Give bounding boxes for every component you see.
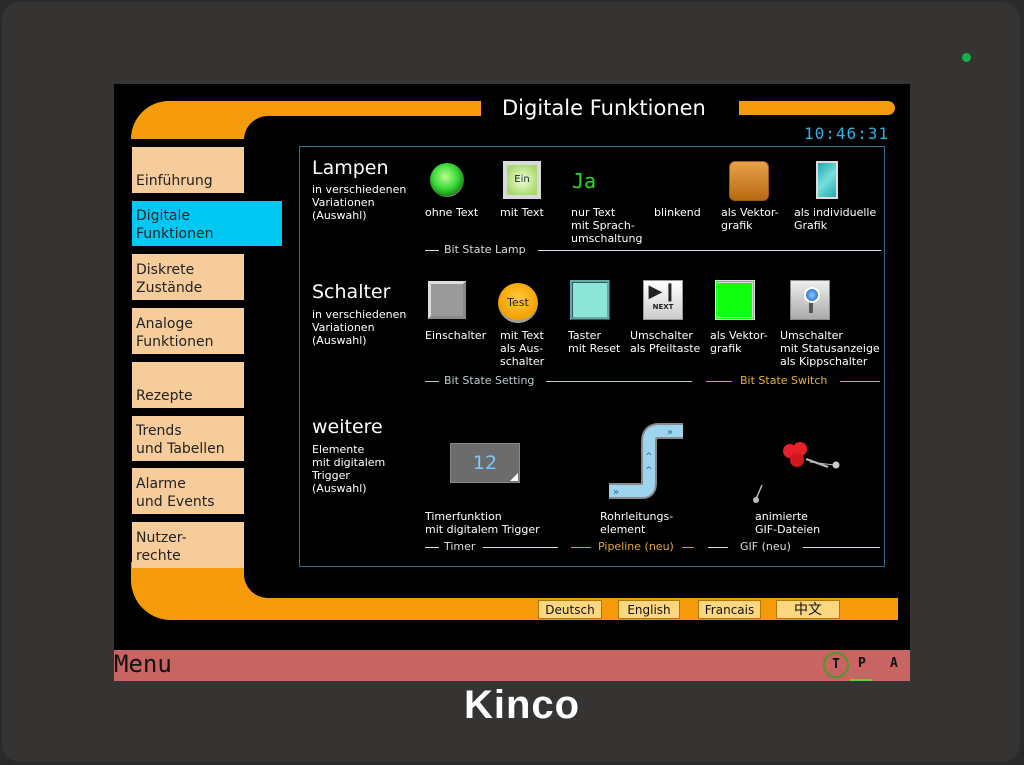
brand-logo: Kinco bbox=[0, 683, 1024, 728]
caption: blinkend bbox=[654, 206, 701, 219]
timer-display[interactable]: 12 bbox=[450, 443, 520, 483]
content-panel: Lampen in verschiedenen Variationen (Aus… bbox=[299, 146, 885, 567]
section-subtitle-weitere: Elemente mit digitalem Trigger (Auswahl) bbox=[312, 443, 386, 495]
ein-lamp-icon[interactable]: Ein bbox=[503, 161, 541, 199]
divider bbox=[708, 547, 728, 548]
animated-gif-icon[interactable] bbox=[750, 437, 846, 507]
caption: als Vektor- grafik bbox=[710, 329, 768, 355]
corner-marker-icon bbox=[510, 473, 518, 481]
green-vector-switch-icon[interactable] bbox=[715, 280, 755, 320]
test-button-icon[interactable]: Test bbox=[498, 283, 538, 323]
divider bbox=[706, 381, 732, 382]
section-title-lampen: Lampen bbox=[312, 157, 389, 179]
sidebar-item-nutzerrechte[interactable]: Nutzer- rechte bbox=[132, 522, 244, 568]
divider bbox=[483, 547, 558, 548]
indicator-p[interactable]: P bbox=[858, 656, 866, 671]
section-title-weitere: weitere bbox=[312, 416, 383, 438]
section-subtitle-lampen: in verschiedenen Variationen (Auswahl) bbox=[312, 183, 407, 222]
sidebar-item-rezepte[interactable]: Rezepte bbox=[132, 362, 244, 408]
group-label-bit-state-switch: Bit State Switch bbox=[740, 374, 828, 387]
language-button-english[interactable]: English bbox=[618, 600, 680, 619]
group-label-pipeline: Pipeline (neu) bbox=[598, 540, 674, 553]
lamp-text: Ein bbox=[507, 165, 537, 195]
cyan-button-icon[interactable] bbox=[570, 280, 610, 320]
caption: Taster mit Reset bbox=[568, 329, 621, 355]
divider bbox=[546, 381, 692, 382]
svg-text:^: ^ bbox=[645, 452, 653, 462]
next-arrow-icon[interactable]: ▶❙ NEXT bbox=[643, 280, 683, 320]
power-led-icon bbox=[962, 53, 971, 62]
divider bbox=[425, 381, 439, 382]
clock: 10:46:31 bbox=[804, 124, 890, 143]
page-title: Digitale Funktionen bbox=[502, 96, 706, 120]
green-lamp-icon[interactable] bbox=[430, 163, 464, 197]
caption: Rohrleitungs- element bbox=[600, 510, 674, 536]
sidebar-item-trends-tabellen[interactable]: Trends und Tabellen bbox=[132, 416, 244, 461]
caption: mit Text bbox=[500, 206, 544, 219]
divider bbox=[682, 547, 694, 548]
caption: Umschalter als Pfeiltaste bbox=[630, 329, 701, 355]
language-button-deutsch[interactable]: Deutsch bbox=[538, 600, 602, 619]
hmi-screen: Digitale Funktionen 10:46:31 Einführung … bbox=[114, 84, 910, 650]
sidebar-item-digitale-funktionen[interactable]: Digitale Funktionen bbox=[132, 201, 282, 246]
caption: als Vektor- grafik bbox=[721, 206, 779, 232]
divider bbox=[840, 381, 880, 382]
divider bbox=[571, 547, 591, 548]
status-bar: Menu T P A bbox=[114, 650, 910, 681]
play-next-icon: ▶❙ bbox=[648, 281, 678, 302]
group-label-timer: Timer bbox=[444, 540, 476, 553]
divider bbox=[425, 547, 439, 548]
divider bbox=[425, 250, 439, 251]
sidebar-item-diskrete-zustaende[interactable]: Diskrete Zustände bbox=[132, 254, 244, 300]
caption: nur Text mit Sprach- umschaltung bbox=[571, 206, 643, 245]
svg-text:»: » bbox=[667, 427, 673, 438]
glass-window-icon[interactable] bbox=[816, 161, 838, 199]
caption: mit Text als Aus- schalter bbox=[500, 329, 545, 368]
caption: als individuelle Grafik bbox=[794, 206, 877, 232]
toggle-switch-icon[interactable] bbox=[790, 280, 830, 320]
gray-switch-icon[interactable] bbox=[428, 281, 466, 319]
caption: Umschalter mit Statusanzeige als Kippsch… bbox=[780, 329, 880, 368]
svg-text:»: » bbox=[613, 487, 619, 498]
language-button-francais[interactable]: Francais bbox=[698, 600, 761, 619]
sidebar-item-einfuehrung[interactable]: Einführung bbox=[132, 147, 244, 193]
svg-text:^: ^ bbox=[645, 466, 653, 476]
language-button-chinese[interactable]: 中文 bbox=[776, 600, 840, 619]
divider bbox=[538, 250, 881, 251]
group-label-gif: GIF (neu) bbox=[740, 540, 791, 553]
divider bbox=[803, 547, 880, 548]
group-label-bit-state-setting: Bit State Setting bbox=[444, 374, 535, 387]
top-frame-bar-right bbox=[739, 101, 895, 115]
indicator-a[interactable]: A bbox=[890, 656, 898, 671]
section-title-schalter: Schalter bbox=[312, 281, 391, 303]
vector-lamp-icon[interactable] bbox=[729, 161, 769, 201]
sidebar-item-analoge-funktionen[interactable]: Analoge Funktionen bbox=[132, 308, 244, 354]
frame-cutout bbox=[244, 562, 904, 598]
caption: animierte GIF-Dateien bbox=[755, 510, 821, 536]
toggle-knob bbox=[804, 287, 820, 303]
brand-name: Kinco bbox=[463, 683, 581, 727]
group-label-bit-state-lamp: Bit State Lamp bbox=[444, 243, 526, 256]
caption: Timerfunktion mit digitalem Trigger bbox=[425, 510, 540, 536]
indicator-t[interactable]: T bbox=[823, 652, 849, 678]
pipeline-icon[interactable]: » » ^ ^ bbox=[603, 421, 689, 503]
caption: Einschalter bbox=[425, 329, 487, 342]
section-subtitle-schalter: in verschiedenen Variationen (Auswahl) bbox=[312, 308, 407, 347]
timer-value: 12 bbox=[472, 452, 498, 474]
indicator-p-underline bbox=[850, 679, 872, 681]
caption: ohne Text bbox=[425, 206, 479, 219]
text-lamp[interactable]: Ja bbox=[572, 169, 596, 193]
next-label: NEXT bbox=[652, 303, 674, 311]
menu-button[interactable]: Menu bbox=[114, 650, 172, 678]
sidebar-item-alarme-events[interactable]: Alarme und Events bbox=[132, 468, 244, 514]
